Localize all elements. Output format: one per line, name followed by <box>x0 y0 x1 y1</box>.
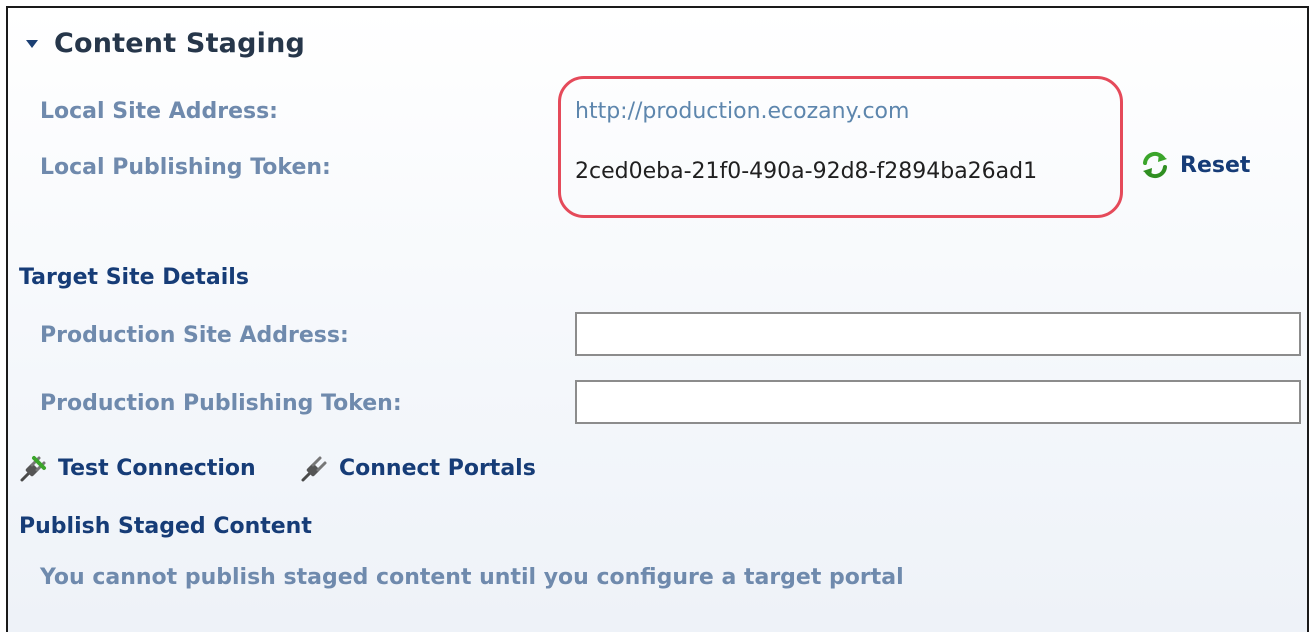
connect-portals-button[interactable]: Connect Portals <box>299 452 536 484</box>
highlight-annotation <box>558 76 1123 218</box>
connect-portals-label: Connect Portals <box>339 455 536 481</box>
target-site-details-heading: Target Site Details <box>19 265 249 290</box>
refresh-icon <box>1143 151 1167 179</box>
local-publishing-token-label: Local Publishing Token: <box>40 155 331 180</box>
production-publishing-token-input[interactable] <box>575 380 1301 424</box>
test-connection-label: Test Connection <box>58 455 256 481</box>
production-publishing-token-label: Production Publishing Token: <box>40 391 402 416</box>
production-site-address-input[interactable] <box>575 312 1301 356</box>
reset-button[interactable]: Reset <box>1140 150 1250 180</box>
plug-icon <box>301 456 327 482</box>
panel-header[interactable]: Content Staging <box>26 28 305 59</box>
publish-status-message: You cannot publish staged content until … <box>40 565 904 590</box>
content-staging-panel: Content Staging Local Site Address: http… <box>6 6 1309 632</box>
plug-icon <box>20 456 46 482</box>
panel-title: Content Staging <box>54 28 306 59</box>
caret-down-icon[interactable] <box>26 39 38 48</box>
publish-staged-content-heading: Publish Staged Content <box>19 514 312 539</box>
production-site-address-label: Production Site Address: <box>40 323 349 348</box>
test-connection-button[interactable]: Test Connection <box>18 452 256 484</box>
local-site-address-label: Local Site Address: <box>40 99 278 124</box>
reset-label: Reset <box>1180 152 1251 178</box>
